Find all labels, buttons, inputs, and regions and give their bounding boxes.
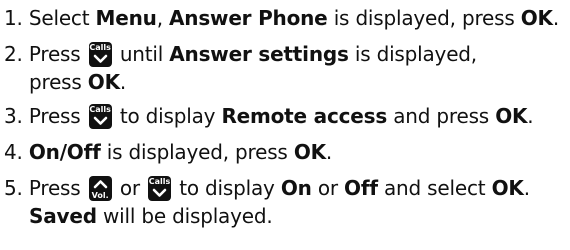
calls-down-key-icon: Calls: [148, 176, 172, 201]
step-text: is displayed, press: [100, 140, 294, 164]
calls-key-label: Calls: [148, 177, 171, 186]
ok-label: OK: [293, 140, 326, 164]
ok-label: OK: [87, 70, 120, 94]
step-text: to display: [173, 176, 281, 200]
ok-label: OK: [491, 176, 524, 200]
on-off-label: On/Off: [28, 140, 101, 164]
step-text: or: [113, 176, 147, 200]
calls-down-key-icon: Calls: [88, 104, 112, 129]
answer-phone-label: Answer Phone: [169, 6, 328, 30]
chevron-down-icon: [93, 116, 107, 125]
step-text: or: [311, 176, 345, 200]
vol-key-label: Vol.: [91, 191, 109, 200]
step-text: .: [325, 140, 333, 164]
step-5: 5. Press Vol. or Calls to display On or …: [4, 174, 530, 230]
ok-label: OK: [495, 104, 528, 128]
chevron-down-icon: [93, 54, 107, 63]
step-text: to display: [113, 104, 222, 128]
step-5-continuation: Saved will be displayed.: [4, 202, 530, 230]
vol-up-key-icon: Vol.: [88, 176, 112, 201]
step-text: is displayed, press: [327, 6, 521, 30]
saved-label: Saved: [29, 204, 97, 228]
off-label: Off: [344, 176, 378, 200]
instruction-document: 1. Select Menu, Answer Phone is displaye…: [0, 0, 570, 250]
on-label: On: [280, 176, 312, 200]
step-number: 2.: [4, 42, 23, 66]
step-text: press: [29, 70, 88, 94]
calls-down-key-icon: Calls: [88, 42, 112, 67]
step-text: .: [523, 176, 530, 200]
step-number: 5.: [4, 176, 23, 200]
step-text: and press: [387, 104, 496, 128]
step-text: ,: [156, 6, 170, 30]
step-number: 4.: [4, 140, 23, 164]
step-text: .: [552, 6, 560, 30]
chevron-down-icon: [152, 188, 167, 197]
step-text: Select: [28, 6, 96, 30]
step-2: 2. Press Calls until Answer settings is …: [4, 40, 477, 96]
step-text: will be displayed.: [96, 204, 273, 228]
calls-key-label: Calls: [89, 105, 111, 114]
step-text: Press: [28, 42, 87, 66]
step-text: and select: [377, 176, 492, 200]
step-3: 3. Press Calls to display Remote access …: [4, 102, 534, 130]
remote-access-label: Remote access: [221, 104, 388, 128]
calls-key-label: Calls: [89, 43, 111, 52]
menu-label: Menu: [95, 6, 157, 30]
step-2-continuation: press OK.: [4, 68, 477, 96]
step-text: Press: [28, 104, 87, 128]
step-number: 3.: [4, 104, 23, 128]
step-4: 4. On/Off is displayed, press OK.: [4, 138, 332, 166]
step-text: .: [527, 104, 534, 128]
step-text: until: [113, 42, 170, 66]
answer-settings-label: Answer settings: [169, 42, 349, 66]
chevron-up-icon: [93, 180, 107, 189]
step-text: Press: [28, 176, 87, 200]
step-text: .: [119, 70, 127, 94]
step-number: 1.: [4, 6, 23, 30]
ok-label: OK: [520, 6, 553, 30]
step-1: 1. Select Menu, Answer Phone is displaye…: [4, 4, 559, 32]
step-text: is displayed,: [348, 42, 477, 66]
